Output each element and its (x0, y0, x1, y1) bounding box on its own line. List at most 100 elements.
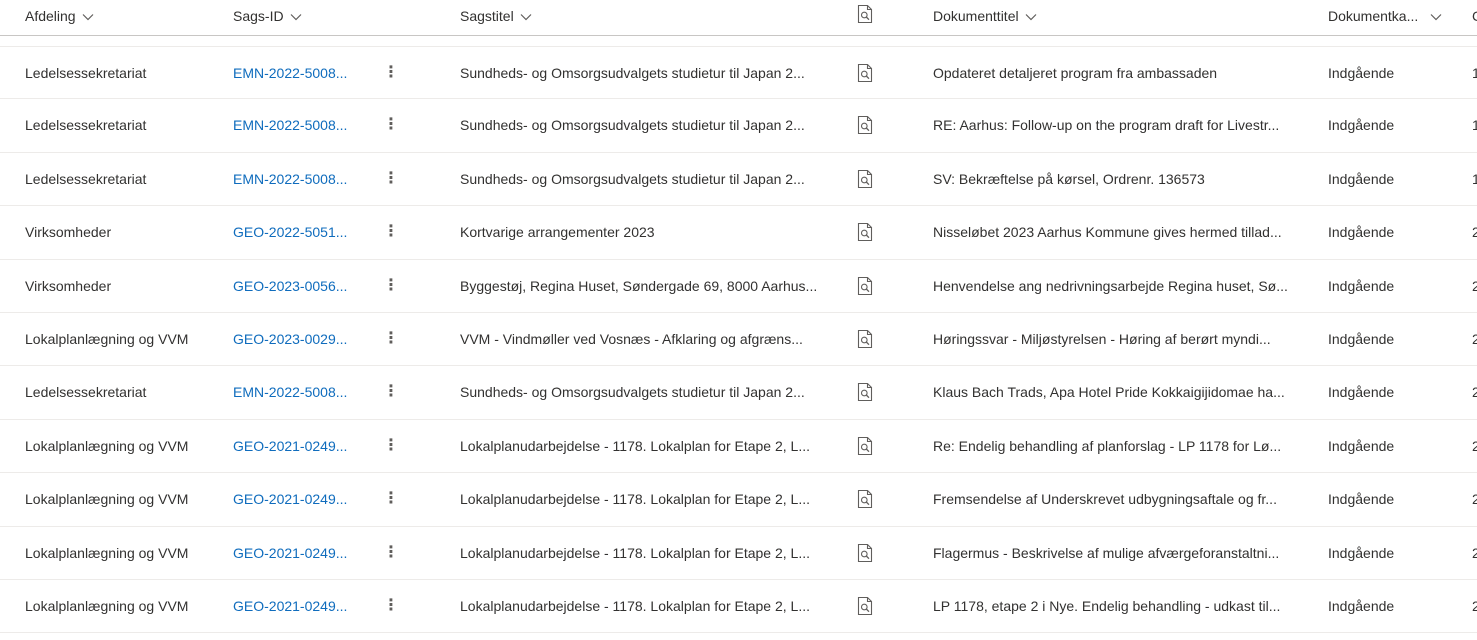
cell-dokumenttitel[interactable]: Klaus Bach Trads, Apa Hotel Pride Kokkai… (933, 366, 1305, 418)
cell-dokumenttitel[interactable]: Nisseløbet 2023 Aarhus Kommune gives her… (933, 206, 1305, 258)
cell-sags-id-link[interactable]: GEO-2021-0249... (233, 420, 355, 472)
cell-afdeling: Ledelsessekretariat (25, 384, 147, 401)
document-preview-button[interactable] (856, 543, 874, 563)
cell-dokumenttitel[interactable]: RE: Aarhus: Follow-up on the program dra… (933, 99, 1305, 151)
cell-sags-id-link[interactable]: GEO-2021-0249... (233, 473, 355, 525)
cell-dokumenttitel[interactable]: Re: Endelig behandling af planforslag - … (933, 420, 1305, 472)
document-preview-button[interactable] (856, 596, 874, 616)
document-preview-button[interactable] (856, 276, 874, 296)
more-options-button[interactable]: ⋮ (383, 99, 399, 151)
cell-sagstitel: Sundheds- og Omsorgsudvalgets studietur … (460, 117, 805, 134)
document-preview-icon (857, 383, 873, 402)
table-row[interactable]: Lokalplanlægning og VVM GEO-2021-0249... ⋮… (0, 473, 1477, 527)
cell-sagstitel: Sundheds- og Omsorgsudvalgets studietur … (460, 384, 805, 401)
document-preview-button[interactable] (856, 382, 874, 402)
cell-dokumenttitel[interactable]: SV: Bekræftelse på kørsel, Ordrenr. 1365… (933, 153, 1305, 205)
cell-afdeling: Lokalplanlægning og VVM (25, 491, 189, 508)
cell-next-column: 2 (1472, 527, 1477, 579)
document-preview-icon (857, 223, 873, 242)
document-preview-button[interactable] (856, 329, 874, 349)
cell-sags-id-link[interactable]: EMN-2022-5008... (233, 47, 355, 99)
table-row[interactable]: Lokalplanlægning og VVM GEO-2021-0249... ⋮… (0, 527, 1477, 580)
cell-next-column: 2 (1472, 420, 1477, 472)
cell-dokumenttitel[interactable]: Opdateret detaljeret program fra ambassa… (933, 47, 1305, 99)
cell-dokumentkategori: Indgående (1328, 544, 1395, 561)
document-preview-icon (857, 63, 873, 83)
more-options-button[interactable]: ⋮ (383, 153, 399, 205)
cell-dokumentkategori: Indgående (1328, 224, 1395, 241)
document-preview-icon[interactable] (856, 4, 874, 24)
cell-sags-id-link[interactable]: GEO-2023-0029... (233, 313, 355, 365)
cell-next-column: 1 (1472, 99, 1477, 151)
column-header-sagstitel[interactable]: Sagstitel (460, 6, 532, 26)
document-preview-icon (857, 543, 873, 562)
chevron-down-icon (290, 14, 302, 21)
cell-next-column: 2 (1472, 206, 1477, 258)
cell-dokumenttitel[interactable]: Høringssvar - Miljøstyrelsen - Høring af… (933, 313, 1305, 365)
column-header-sags-id[interactable]: Sags-ID (233, 6, 302, 26)
more-options-button[interactable]: ⋮ (383, 260, 399, 312)
table-row[interactable]: Virksomheder GEO-2022-5051... ⋮ Kortvarige … (0, 206, 1477, 260)
document-preview-icon (857, 116, 873, 135)
table-row[interactable]: Ledelsessekretariat EMN-2022-5008... ⋮ Sund… (0, 46, 1477, 100)
table-row[interactable]: Lokalplanlægning og VVM GEO-2021-0249... ⋮… (0, 580, 1477, 634)
cell-sagstitel: VVM - Vindmøller ved Vosnæs - Afklaring … (460, 330, 803, 347)
more-options-button[interactable]: ⋮ (383, 206, 399, 258)
cell-next-column: 1 (1472, 153, 1477, 205)
cell-afdeling: Ledelsessekretariat (25, 65, 147, 81)
chevron-down-icon (1430, 14, 1442, 21)
table-row[interactable]: Ledelsessekretariat EMN-2022-5008... ⋮ Sund… (0, 153, 1477, 207)
more-options-button[interactable]: ⋮ (383, 527, 399, 579)
document-preview-button[interactable] (856, 169, 874, 189)
document-preview-button[interactable] (856, 436, 874, 456)
table-row[interactable]: Ledelsessekretariat EMN-2022-5008... ⋮ Sund… (0, 366, 1477, 420)
cell-sags-id-link[interactable]: GEO-2022-5051... (233, 206, 355, 258)
cell-sags-id-link[interactable]: GEO-2023-0056... (233, 260, 355, 312)
table-row[interactable]: Virksomheder GEO-2023-0056... ⋮ Byggestøj, … (0, 260, 1477, 313)
cell-dokumentkategori: Indgående (1328, 117, 1395, 134)
table-row[interactable]: Ledelsessekretariat EMN-2022-5008... ⋮ Sund… (0, 99, 1477, 153)
document-preview-button[interactable] (856, 489, 874, 509)
cell-afdeling: Virksomheder (25, 224, 112, 241)
more-options-button[interactable]: ⋮ (383, 366, 399, 418)
chevron-down-icon (82, 14, 94, 21)
more-options-button[interactable]: ⋮ (383, 420, 399, 472)
cell-sags-id-link[interactable]: EMN-2022-5008... (233, 153, 355, 205)
document-preview-button[interactable] (856, 222, 874, 242)
document-preview-icon (857, 329, 873, 349)
cell-sags-id-link[interactable]: GEO-2021-0249... (233, 527, 355, 579)
column-header-next[interactable]: C (1472, 6, 1477, 26)
document-preview-button[interactable] (856, 63, 874, 83)
cell-afdeling: Lokalplanlægning og VVM (25, 544, 189, 561)
cell-sags-id-link[interactable]: EMN-2022-5008... (233, 366, 355, 418)
document-preview-button[interactable] (856, 115, 874, 135)
cell-dokumenttitel[interactable]: Henvendelse ang nedrivningsarbejde Regin… (933, 260, 1305, 312)
cell-sagstitel: Kortvarige arrangementer 2023 (460, 224, 655, 241)
cell-afdeling: Ledelsessekretariat (25, 170, 147, 187)
cell-next-column: 2 (1472, 260, 1477, 312)
cell-sags-id-link[interactable]: GEO-2021-0249... (233, 580, 355, 632)
cell-sagstitel: Byggestøj, Regina Huset, Søndergade 69, … (460, 277, 818, 294)
cell-dokumentkategori: Indgående (1328, 65, 1395, 81)
document-preview-icon (857, 436, 873, 455)
table-row[interactable]: Lokalplanlægning og VVM GEO-2021-0249... ⋮… (0, 420, 1477, 474)
more-options-button[interactable]: ⋮ (383, 313, 399, 365)
table-row[interactable]: Lokalplanlægning og VVM GEO-2023-0029... ⋮… (0, 313, 1477, 367)
more-options-button[interactable]: ⋮ (383, 580, 399, 632)
column-header-afdeling[interactable]: Afdeling (25, 6, 94, 26)
cell-dokumenttitel[interactable]: LP 1178, etape 2 i Nye. Endelig behandli… (933, 580, 1305, 632)
cell-dokumenttitel[interactable]: Flagermus - Beskrivelse af mulige afværg… (933, 527, 1305, 579)
column-header-dokumentkategori-label: Dokumentka... (1328, 8, 1419, 24)
cell-sags-id-link[interactable]: EMN-2022-5008... (233, 99, 355, 151)
document-list: Ledelsessekretariat EMN-2022-5008... ⋮ Sund… (0, 46, 1477, 634)
cell-dokumenttitel[interactable]: Fremsendelse af Underskrevet udbygningsa… (933, 473, 1305, 525)
cell-dokumentkategori: Indgående (1328, 277, 1395, 294)
cell-sagstitel: Lokalplanudarbejdelse - 1178. Lokalplan … (460, 437, 810, 454)
column-header-dokumentkategori[interactable]: Dokumentka... (1328, 6, 1442, 26)
more-options-button[interactable]: ⋮ (383, 473, 399, 525)
more-options-button[interactable]: ⋮ (383, 47, 399, 99)
chevron-down-icon (520, 14, 532, 21)
cell-dokumentkategori: Indgående (1328, 597, 1395, 614)
column-header-dokumenttitel[interactable]: Dokumenttitel (933, 6, 1037, 26)
list-header: Afdeling Sags-ID Sagstitel Dokumenttitel… (0, 0, 1477, 36)
